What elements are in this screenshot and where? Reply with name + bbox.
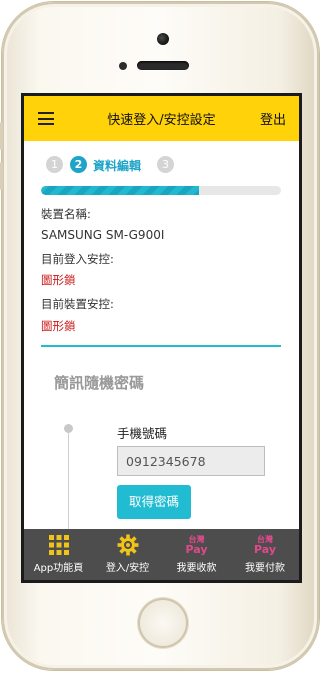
nav-item-login-security[interactable]: 登入/安控 (93, 529, 162, 580)
gear-icon (117, 534, 139, 560)
nav-label: 我要收款 (176, 563, 217, 574)
taiwan-pay-icon: 台灣 Pay (254, 535, 276, 555)
device-name-label: 裝置名稱: (41, 207, 91, 221)
login-security-value: 圖形鎖 (41, 273, 76, 287)
progress-bar (41, 186, 281, 195)
device-security-value: 圖形鎖 (41, 319, 76, 333)
nav-item-receive-payment[interactable]: 台灣 Pay 我要收款 (162, 529, 231, 580)
earpiece-speaker (137, 61, 189, 70)
timeline-line (68, 433, 69, 543)
taiwan-pay-icon: 台灣 Pay (185, 535, 207, 555)
nav-label: 我要付款 (245, 563, 285, 574)
device-security-label: 目前裝置安控: (41, 297, 114, 311)
get-password-button[interactable]: 取得密碼 (117, 485, 191, 519)
timeline-dot (64, 424, 73, 433)
nav-label: 登入/安控 (105, 563, 150, 574)
bottom-nav: App功能頁 登入/安控 台灣 Pay 我要收款 台灣 Pay 我要付款 (24, 529, 299, 580)
taiwan-pay-icon-bottom: Pay (253, 543, 277, 556)
step-3-circle: 3 (157, 156, 174, 173)
volume-button (0, 122, 3, 150)
nav-item-make-payment[interactable]: 台灣 Pay 我要付款 (231, 529, 299, 580)
page-title: 快速登入/安控設定 (107, 113, 216, 128)
step-1-circle: 1 (46, 156, 63, 173)
hamburger-menu-icon[interactable] (38, 112, 54, 125)
progress-fill (41, 186, 200, 195)
proximity-sensor (119, 62, 127, 70)
login-security-label: 目前登入安控: (41, 252, 114, 266)
home-button[interactable] (138, 598, 188, 648)
top-bar: 快速登入/安控設定 登出 (24, 96, 299, 141)
app-screen: 快速登入/安控設定 登出 1 2 資料編輯 3 裝置名稱: SAMSUNG SM… (24, 96, 299, 580)
phone-number-label: 手機號碼 (117, 426, 168, 441)
taiwan-pay-icon-bottom: Pay (185, 543, 208, 556)
front-camera (157, 33, 169, 45)
grid-icon (48, 535, 69, 559)
device-name-value: SAMSUNG SM-G900I (41, 228, 165, 242)
phone-number-input[interactable]: 0912345678 (117, 446, 265, 476)
volume-button (0, 162, 3, 190)
nav-item-app-features[interactable]: App功能頁 (24, 529, 93, 580)
step-2-label: 資料編輯 (93, 159, 142, 173)
section-divider (41, 345, 281, 347)
step-2-circle: 2 (70, 156, 87, 173)
nav-label: App功能頁 (33, 563, 84, 574)
logout-button[interactable]: 登出 (260, 109, 286, 128)
sms-section-title: 簡訊隨機密碼 (54, 374, 145, 392)
